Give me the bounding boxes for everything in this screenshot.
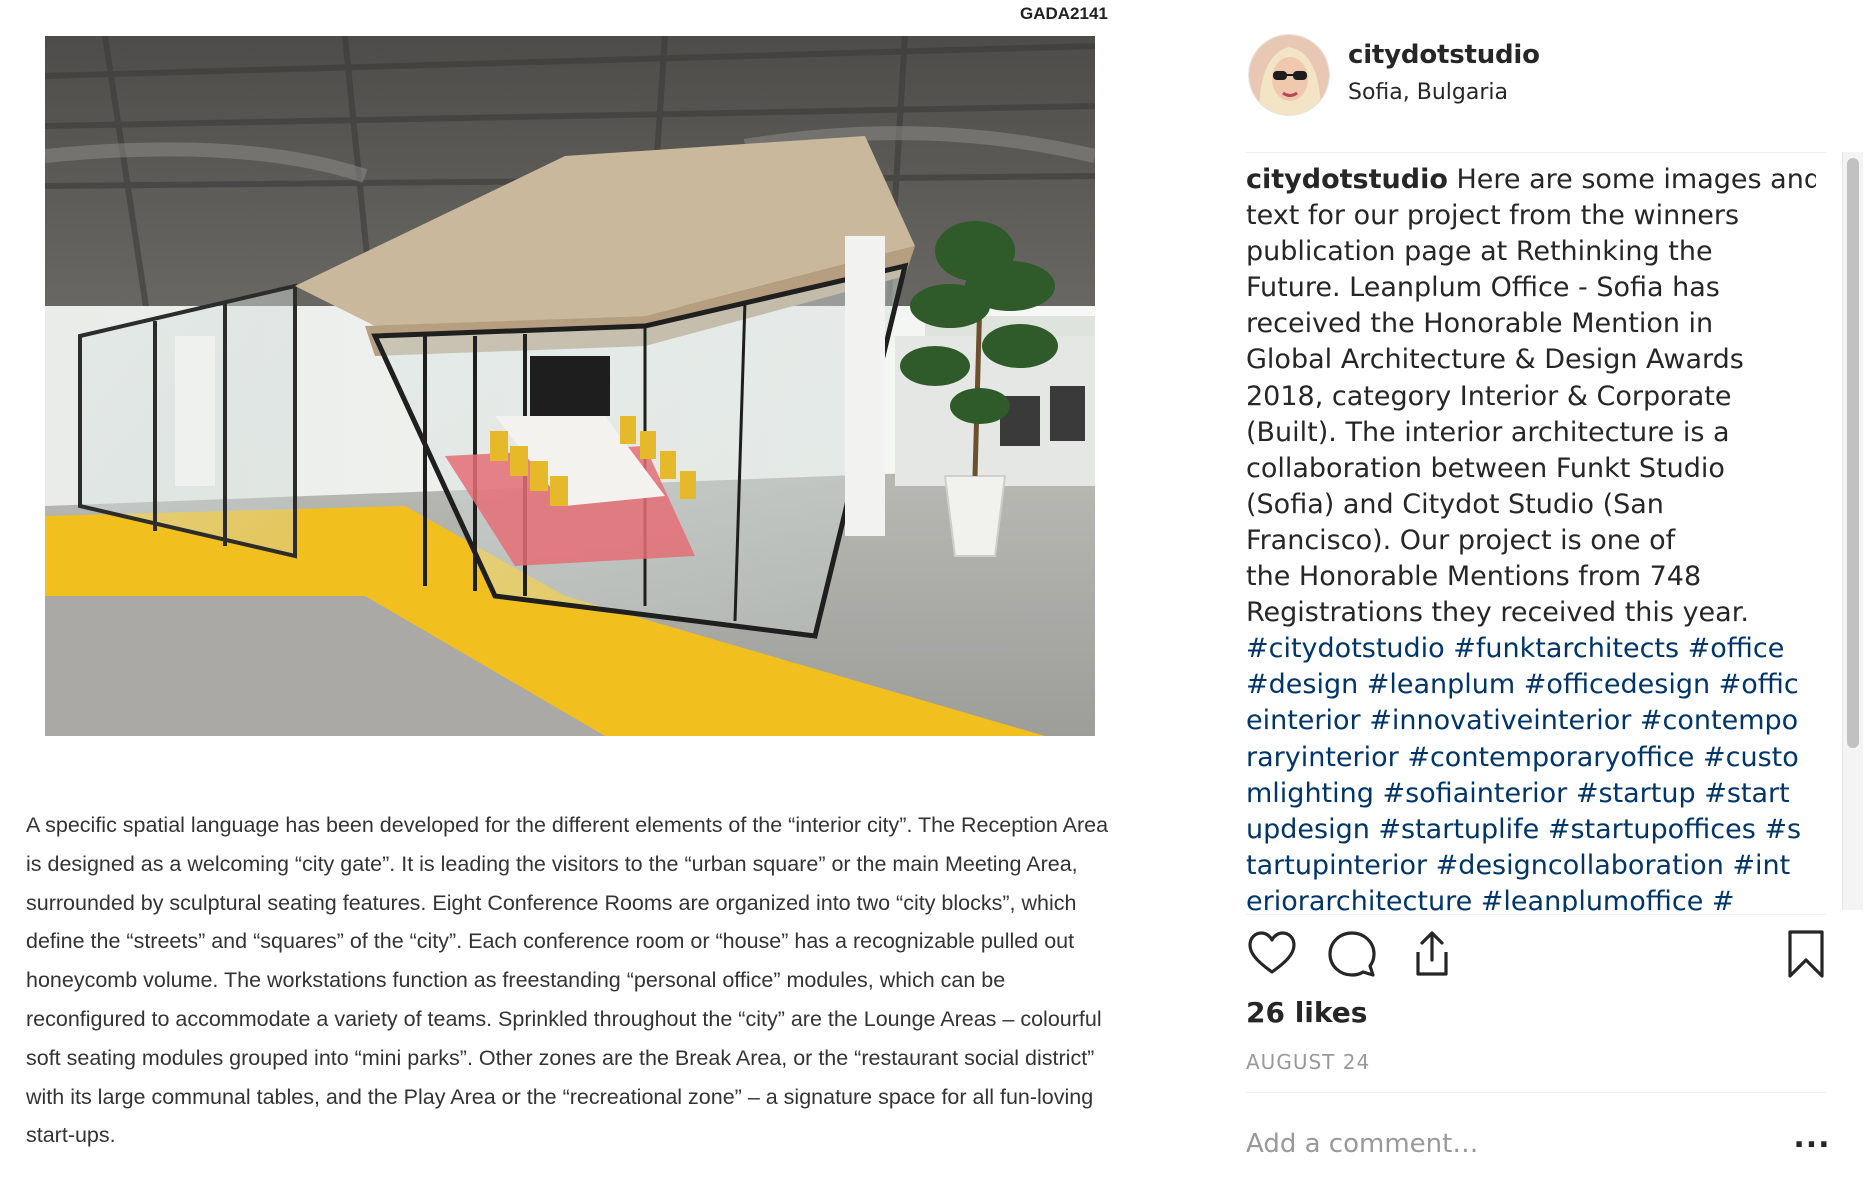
comment-input[interactable] <box>1246 1122 1746 1166</box>
caption-line: publication page at Rethinking the <box>1246 236 1713 268</box>
avatar[interactable] <box>1248 34 1330 116</box>
caption-line: citydotstudio Here are some images and <box>1246 162 1816 198</box>
hashtag-line[interactable]: tartupinterior #designcollaboration #int <box>1246 848 1816 884</box>
divider <box>1246 152 1826 153</box>
hashtag-line[interactable]: #design #leanplum #officedesign #offic <box>1246 667 1816 703</box>
heart-icon <box>1248 931 1296 974</box>
like-button[interactable] <box>1246 928 1298 980</box>
divider <box>1246 1092 1826 1093</box>
location[interactable]: Sofia, Bulgaria <box>1348 80 1508 105</box>
office-photo <box>45 36 1095 736</box>
article-line: is designed as a welcoming “city gate”. … <box>26 851 1078 876</box>
divider <box>1246 914 1826 915</box>
article-line: surrounded by sculptural seating feature… <box>26 890 1077 915</box>
bookmark-icon <box>1788 930 1824 978</box>
article-text: A specific spatial language has been dev… <box>26 806 1206 1155</box>
hashtag-line[interactable]: #citydotstudio #funktarchitects #office <box>1246 631 1816 667</box>
article-line: soft seating modules grouped into “mini … <box>26 1045 1095 1070</box>
caption-line: Registrations they received this year. <box>1246 597 1749 629</box>
post-date[interactable]: AUGUST 24 <box>1246 1050 1370 1074</box>
article-line: define the “streets” and “squares” of th… <box>26 929 1075 954</box>
caption-line: received the Honorable Mention in <box>1246 308 1714 340</box>
caption-line: Francisco). Our project is one of <box>1246 524 1676 556</box>
caption-line: the Honorable Mentions from 748 <box>1246 561 1702 593</box>
post-image[interactable]: GADA2141 A specific spatial language has… <box>0 0 1210 1194</box>
action-bar <box>1246 928 1826 984</box>
hashtag-line[interactable]: mlighting #sofiainterior #startup #start <box>1246 776 1816 812</box>
caption-line: Future. Leanplum Office - Sofia has <box>1246 272 1720 304</box>
caption-username[interactable]: citydotstudio <box>1246 164 1448 195</box>
hashtag-line[interactable]: einterior #innovativeinterior #contempo <box>1246 703 1816 739</box>
post-sidebar: citydotstudio Sofia, Bulgaria citydotstu… <box>1210 0 1866 1194</box>
caption-scrollbar[interactable] <box>1842 152 1863 910</box>
caption-line: Global Architecture & Design Awards <box>1246 344 1744 376</box>
article-line: A specific spatial language has been dev… <box>26 813 1109 837</box>
caption-text: Here are some images and <box>1447 164 1816 195</box>
username[interactable]: citydotstudio <box>1348 40 1540 70</box>
share-icon <box>1416 931 1448 976</box>
article-line: with its large communal tables, and the … <box>26 1084 1094 1109</box>
caption-line: text for our project from the winners <box>1246 200 1740 232</box>
page-code: GADA2141 <box>1020 4 1108 23</box>
share-button[interactable] <box>1406 928 1458 980</box>
comment-icon <box>1328 931 1376 977</box>
hashtag-line[interactable]: eriorarchitecture #leanplumoffice # <box>1246 884 1816 912</box>
article-line: start-ups. <box>26 1123 116 1148</box>
comment-button[interactable] <box>1326 928 1378 980</box>
scrollbar-thumb[interactable] <box>1847 158 1859 748</box>
save-button[interactable] <box>1780 928 1832 980</box>
hashtag-line[interactable]: raryinterior #contemporaryoffice #custo <box>1246 740 1816 776</box>
more-options-button[interactable]: ... <box>1792 1123 1832 1158</box>
article-line: honeycomb volume. The workstations funct… <box>26 968 1006 993</box>
likes-count[interactable]: 26 likes <box>1246 996 1367 1029</box>
caption-scroll-area[interactable]: citydotstudio Here are some images and t… <box>1246 162 1816 912</box>
caption-line: 2018, category Interior & Corporate <box>1246 380 1732 412</box>
caption-line: (Built). The interior architecture is a <box>1246 416 1730 448</box>
hashtag-line[interactable]: updesign #startuplife #startupoffices #s <box>1246 812 1816 848</box>
caption-line: collaboration between Funkt Studio <box>1246 452 1725 484</box>
caption-line: (Sofia) and Citydot Studio (San <box>1246 488 1664 520</box>
article-line: reconfigured to accommodate a variety of… <box>26 1006 1102 1031</box>
profile-photo-icon <box>1249 35 1329 115</box>
